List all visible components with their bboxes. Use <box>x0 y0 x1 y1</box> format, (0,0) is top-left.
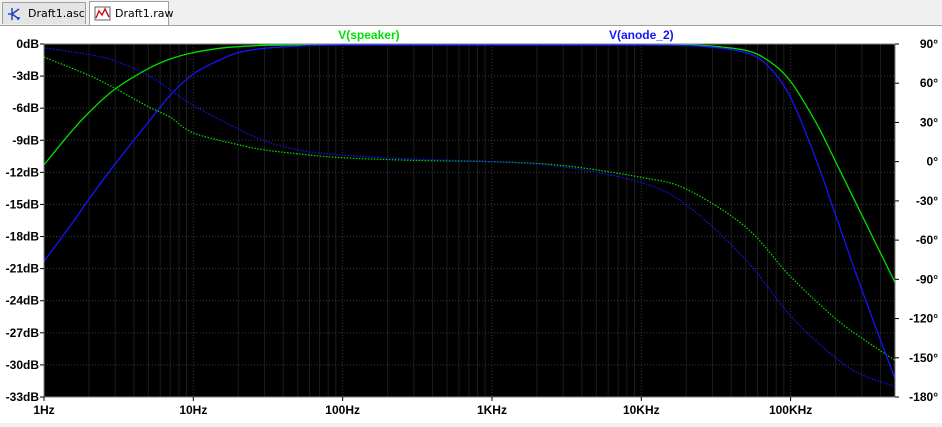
y2-tick-label: -90° <box>916 272 938 286</box>
y-tick-label: -21dB <box>6 262 40 276</box>
y-tick-label: -27dB <box>6 326 40 340</box>
tab-label: Draft1.raw <box>115 7 174 20</box>
x-tick-label: 10KHz <box>623 403 660 417</box>
x-tick-label: 1KHz <box>477 403 507 417</box>
tab-draft1-asc[interactable]: Draft1.asc <box>2 2 86 24</box>
y-tick-label: -24dB <box>6 294 40 308</box>
y2-tick-label: -30° <box>916 194 938 208</box>
waveform-plot-pane[interactable]: 1Hz 10Hz 100Hz 1KHz 10KHz 100KHz 0dB -3dB -6dB -9… <box>0 26 942 423</box>
tab-label: Draft1.asc <box>28 7 85 20</box>
legend-label-v-speaker[interactable]: V(speaker) <box>338 28 399 42</box>
legend-label-v-anode-2[interactable]: V(anode_2) <box>609 28 674 42</box>
y-tick-label: -3dB <box>12 69 39 83</box>
y2-tick-label: 30° <box>920 115 938 129</box>
y2-tick-label: 90° <box>920 37 938 51</box>
y2-tick-label: 60° <box>920 76 938 90</box>
y-tick-label: -30dB <box>6 358 40 372</box>
y-tick-label: -18dB <box>6 230 40 244</box>
y-tick-label: -33dB <box>6 390 40 404</box>
bode-chart[interactable]: 1Hz 10Hz 100Hz 1KHz 10KHz 100KHz 0dB -3dB -6dB -9… <box>0 26 942 423</box>
y2-tick-label: -60° <box>916 233 938 247</box>
y2-tick-label: -120° <box>909 312 938 326</box>
x-tick-label: 100Hz <box>325 403 360 417</box>
x-tick-label: 1Hz <box>33 403 54 417</box>
x-tick-label: 100KHz <box>769 403 812 417</box>
y-tick-label: -15dB <box>6 197 40 211</box>
tab-draft1-raw[interactable]: Draft1.raw <box>89 1 173 25</box>
y-tick-label: -9dB <box>12 133 39 147</box>
waveform-icon <box>94 6 112 22</box>
y2-tick-label: 0° <box>927 155 939 169</box>
y2-tick-label: -150° <box>909 351 938 365</box>
y-tick-label: 0dB <box>16 37 39 51</box>
tab-bar: Draft1.asc Draft1.raw <box>0 0 942 26</box>
y-tick-label: -12dB <box>6 165 40 179</box>
x-tick-label: 10Hz <box>179 403 207 417</box>
y2-tick-label: -180° <box>909 390 938 404</box>
y-tick-label: -6dB <box>12 101 39 115</box>
schematic-icon <box>7 6 25 22</box>
